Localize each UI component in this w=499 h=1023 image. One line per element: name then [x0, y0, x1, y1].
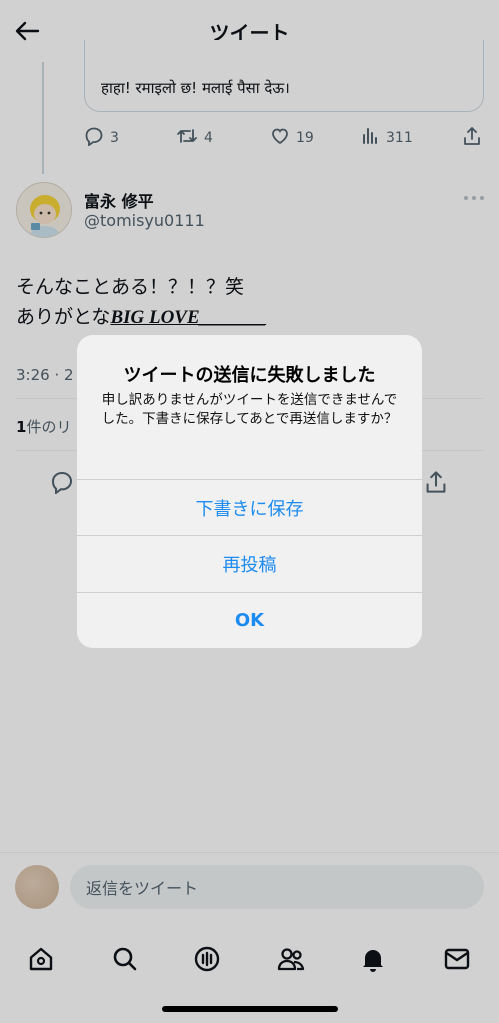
repost-button[interactable]: 再投稿: [77, 535, 422, 591]
alert-message: 申し訳ありませんがツイートを送信できませんでした。下書きに保存してあとで再送信し…: [101, 392, 398, 427]
error-alert-dialog: ツイートの送信に失敗しました 申し訳ありませんがツイートを送信できませんでした。…: [77, 335, 422, 648]
ok-button[interactable]: OK: [77, 592, 422, 648]
alert-title: ツイートの送信に失敗しました: [123, 365, 376, 386]
save-draft-button[interactable]: 下書きに保存: [77, 479, 422, 535]
